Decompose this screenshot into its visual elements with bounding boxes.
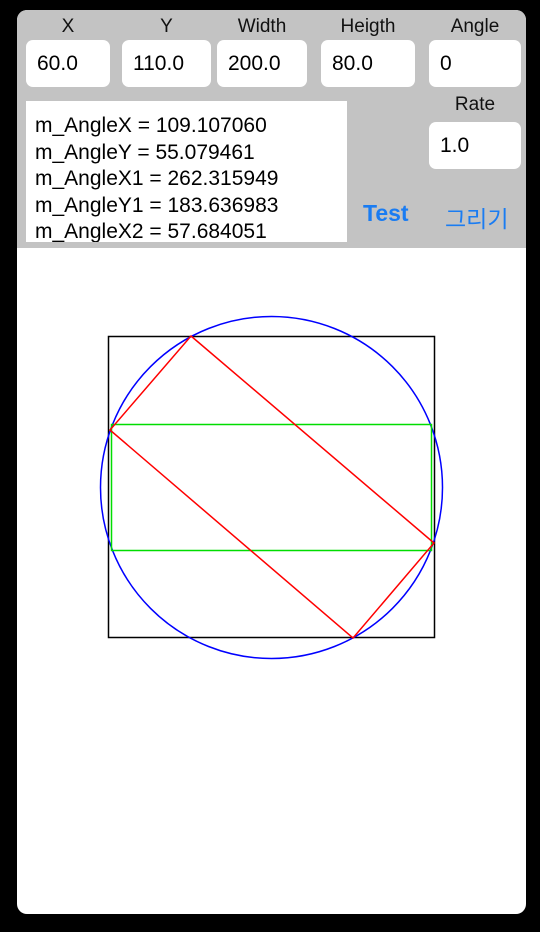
log-line: m_AngleX = 109.107060 <box>35 114 267 137</box>
drawing-canvas <box>17 248 526 914</box>
angle-field[interactable]: 0 <box>429 40 521 87</box>
y-field[interactable]: 110.0 <box>122 40 211 87</box>
x-field[interactable]: 60.0 <box>26 40 110 87</box>
log-line: m_AngleY = 55.079461 <box>35 140 255 164</box>
drawing-svg <box>99 315 444 660</box>
circumscribed-circle <box>99 315 444 660</box>
log-text-view[interactable]: m_AngleX = 109.107060 m_AngleY = 55.0794… <box>26 101 347 242</box>
test-button[interactable]: Test <box>363 200 409 227</box>
log-line: m_AngleX2 = 57.684051 <box>35 220 267 242</box>
width-label: Width <box>237 16 287 37</box>
app-screen: X Y Width Heigth Angle 60.0 110.0 200.0 … <box>17 10 526 914</box>
rotated-rectangle <box>108 334 436 640</box>
log-line: m_AngleX1 = 262.315949 <box>35 167 279 190</box>
angle-label: Angle <box>450 16 500 37</box>
height-field[interactable]: 80.0 <box>321 40 415 87</box>
draw-button[interactable]: 그리기 <box>445 200 508 234</box>
x-label: X <box>61 16 75 37</box>
log-line: m_AngleY1 = 183.636983 <box>35 193 279 217</box>
control-panel: X Y Width Heigth Angle 60.0 110.0 200.0 … <box>17 10 526 248</box>
green-rectangle <box>110 423 433 552</box>
width-field[interactable]: 200.0 <box>217 40 307 87</box>
height-label: Heigth <box>340 16 396 37</box>
y-label: Y <box>160 16 173 37</box>
bounding-rectangle <box>107 335 436 639</box>
rate-field[interactable]: 1.0 <box>429 122 521 169</box>
rate-label: Rate <box>454 94 496 115</box>
